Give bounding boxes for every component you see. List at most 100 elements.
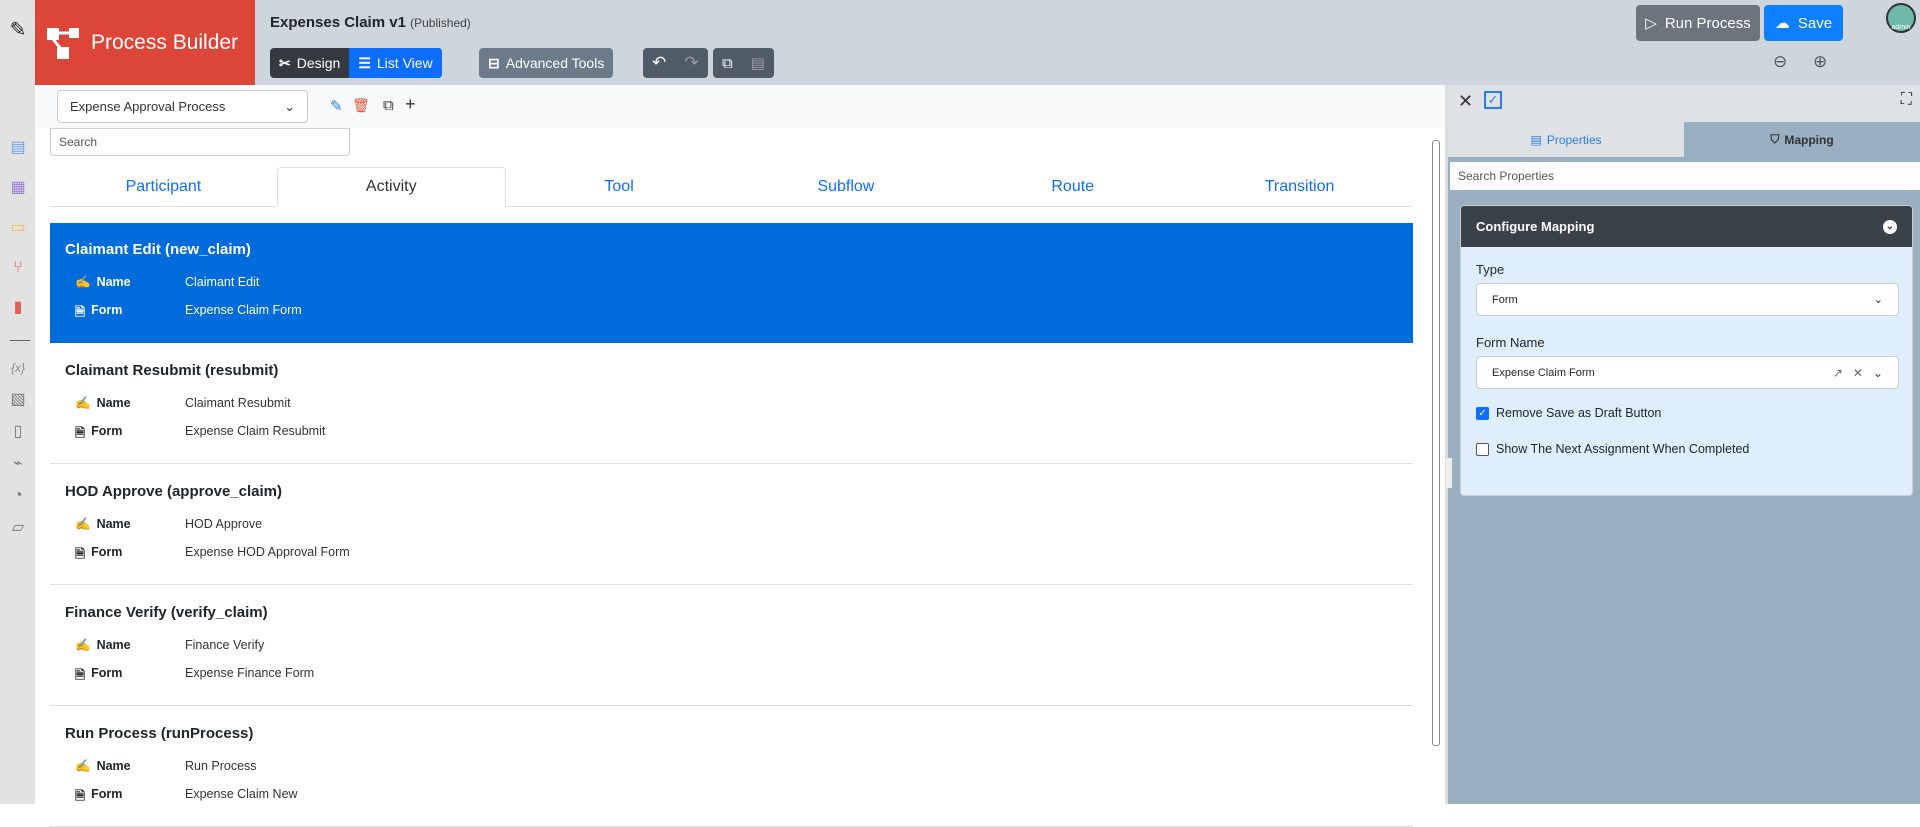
add-process-icon[interactable]: + bbox=[405, 94, 416, 115]
activity-form: Expense Claim Form bbox=[185, 303, 302, 317]
show-next-checkbox-row[interactable]: Show The Next Assignment When Completed bbox=[1476, 442, 1749, 456]
form-label: Form bbox=[91, 666, 123, 680]
external-link-icon[interactable]: ↗ bbox=[1833, 366, 1843, 380]
file-icon[interactable]: ▯ bbox=[8, 422, 28, 442]
form-icon[interactable]: ▤ bbox=[8, 138, 28, 158]
tab-tool[interactable]: Tool bbox=[506, 167, 733, 206]
signature-icon: ✍ bbox=[75, 517, 91, 531]
delete-process-icon[interactable]: 🗑 bbox=[352, 97, 370, 114]
element-tabs: Participant Activity Tool Subflow Route … bbox=[50, 167, 1413, 207]
run-process-button[interactable]: ▷ Run Process bbox=[1636, 5, 1760, 41]
translate-icon[interactable]: ▧ bbox=[8, 390, 28, 410]
redo-icon[interactable]: ↷ bbox=[675, 48, 707, 78]
remove-draft-checkbox-row[interactable]: ✓ Remove Save as Draft Button bbox=[1476, 406, 1661, 420]
report-icon[interactable]: ▮ bbox=[8, 298, 28, 318]
activity-item[interactable]: Run Process (runProcess) ✍ Name Run Proces… bbox=[50, 707, 1413, 827]
save-label: Save bbox=[1797, 14, 1833, 32]
card-title: Configure Mapping bbox=[1476, 219, 1595, 234]
chevron-down-icon: ⌄ bbox=[1873, 294, 1883, 306]
name-label: Name bbox=[96, 517, 131, 531]
clear-icon[interactable]: ✕ bbox=[1853, 366, 1863, 380]
tab-transition[interactable]: Transition bbox=[1186, 167, 1413, 206]
list-icon: ☰ bbox=[358, 54, 371, 71]
card-header[interactable]: Configure Mapping ⌄ bbox=[1461, 206, 1912, 247]
chevron-down-icon[interactable]: ⌄ bbox=[1873, 366, 1883, 380]
list-view-button[interactable]: ☰ List View bbox=[349, 48, 442, 78]
copy-icon[interactable]: ⧉ bbox=[713, 48, 742, 78]
form-label: Form bbox=[91, 787, 123, 801]
datalist-icon[interactable]: ▦ bbox=[8, 178, 28, 198]
scroll-icon[interactable]: ▱ bbox=[8, 518, 28, 538]
remove-draft-checkbox[interactable]: ✓ bbox=[1476, 406, 1489, 420]
panel-tabs: ▤ Properties ⛉ Mapping bbox=[1448, 122, 1920, 157]
variables-icon[interactable]: {x} bbox=[8, 358, 28, 378]
plugin-icon[interactable]: ⌁ bbox=[8, 454, 28, 474]
scrollbar[interactable] bbox=[1432, 140, 1440, 746]
tab-route[interactable]: Route bbox=[959, 167, 1186, 206]
close-icon[interactable]: ✕ bbox=[1458, 91, 1473, 112]
signature-icon: ✍ bbox=[75, 638, 91, 652]
apply-check-icon[interactable]: ✓ bbox=[1484, 91, 1502, 109]
type-select[interactable]: Form ⌄ bbox=[1476, 283, 1899, 316]
activity-title: Claimant Edit (new_claim) bbox=[65, 241, 251, 258]
app-logo[interactable]: Process Builder bbox=[35, 0, 255, 85]
name-label: Name bbox=[96, 759, 131, 773]
gauge-icon[interactable]: ◔ bbox=[8, 486, 28, 506]
activity-title: Run Process (runProcess) bbox=[65, 725, 254, 742]
form-icon: 🗎 bbox=[75, 789, 86, 803]
tab-mapping[interactable]: ⛉ Mapping bbox=[1684, 122, 1920, 157]
activity-name: Claimant Resubmit bbox=[185, 396, 291, 410]
search-properties-input[interactable]: Search Properties bbox=[1450, 162, 1920, 190]
type-label: Type bbox=[1476, 262, 1505, 277]
activity-item[interactable]: Finance Verify (verify_claim) ✍ Name Finan… bbox=[50, 586, 1413, 706]
activity-item[interactable]: Claimant Resubmit (resubmit) ✍ Name Claima… bbox=[50, 344, 1413, 464]
edit-process-icon[interactable]: ✎ bbox=[330, 97, 343, 115]
remove-draft-label: Remove Save as Draft Button bbox=[1496, 406, 1662, 420]
tab-activity[interactable]: Activity bbox=[276, 167, 506, 207]
undo-redo-group: ↶ ↷ bbox=[643, 48, 708, 78]
form-label: Form bbox=[91, 545, 123, 559]
tab-properties[interactable]: ▤ Properties bbox=[1448, 122, 1684, 157]
copy-paste-group: ⧉ ▤ bbox=[713, 48, 774, 78]
duplicate-process-icon[interactable]: ⧉ bbox=[383, 97, 394, 114]
name-label: Name bbox=[96, 396, 131, 410]
activity-name: Claimant Edit bbox=[185, 275, 260, 289]
collapse-chevron-icon[interactable]: ⌄ bbox=[1883, 219, 1897, 234]
panel-resize-handle[interactable] bbox=[1446, 458, 1452, 488]
activity-title: Claimant Resubmit (resubmit) bbox=[65, 362, 279, 379]
search-properties-placeholder: Search Properties bbox=[1458, 169, 1555, 183]
process-name: Expenses Claim v1 bbox=[270, 14, 406, 31]
process-icon[interactable]: ⑂ bbox=[8, 258, 28, 278]
signature-icon: ✍ bbox=[75, 275, 91, 289]
activity-name: Finance Verify bbox=[185, 638, 265, 652]
zoom-in-icon[interactable]: ⊕ bbox=[1813, 52, 1827, 72]
show-next-checkbox[interactable] bbox=[1476, 442, 1489, 456]
undo-icon[interactable]: ↶ bbox=[643, 48, 675, 78]
run-process-label: Run Process bbox=[1664, 14, 1751, 32]
advanced-tools-button[interactable]: ⊟ Advanced Tools bbox=[479, 48, 614, 78]
tab-mapping-label: Mapping bbox=[1784, 132, 1834, 147]
search-input[interactable]: Search bbox=[50, 128, 350, 156]
form-name-select[interactable]: Expense Claim Form ↗ ✕ ⌄ bbox=[1476, 356, 1899, 389]
panel-topbar: ✕ ✓ ⛶ bbox=[1448, 85, 1920, 122]
activity-item[interactable]: Claimant Edit (new_claim) ✍ Name Claimant … bbox=[50, 223, 1413, 343]
paste-icon[interactable]: ▤ bbox=[742, 48, 774, 78]
save-button[interactable]: ☁ Save bbox=[1764, 5, 1843, 41]
list-view-label: List View bbox=[376, 55, 433, 71]
tab-subflow[interactable]: Subflow bbox=[732, 167, 959, 206]
form-icon: 🗎 bbox=[75, 426, 86, 440]
process-select[interactable]: Expense Approval Process ⌄ bbox=[57, 90, 308, 123]
name-label: Name bbox=[96, 638, 131, 652]
zoom-out-icon[interactable]: ⊖ bbox=[1773, 52, 1787, 72]
fullscreen-icon[interactable]: ⛶ bbox=[1901, 91, 1912, 109]
form-icon: 🗎 bbox=[75, 668, 86, 682]
document-icon: ▤ bbox=[1530, 132, 1542, 147]
userview-icon[interactable]: ▭ bbox=[8, 218, 28, 238]
avatar[interactable]: admin bbox=[1886, 3, 1916, 33]
edit-icon[interactable]: ✎ bbox=[8, 20, 28, 40]
design-button[interactable]: ✂ Design bbox=[270, 48, 349, 78]
tab-participant[interactable]: Participant bbox=[50, 167, 277, 206]
activity-item[interactable]: HOD Approve (approve_claim) ✍ Name HOD App… bbox=[50, 465, 1413, 585]
process-select-value: Expense Approval Process bbox=[70, 99, 226, 114]
type-value: Form bbox=[1492, 293, 1518, 306]
